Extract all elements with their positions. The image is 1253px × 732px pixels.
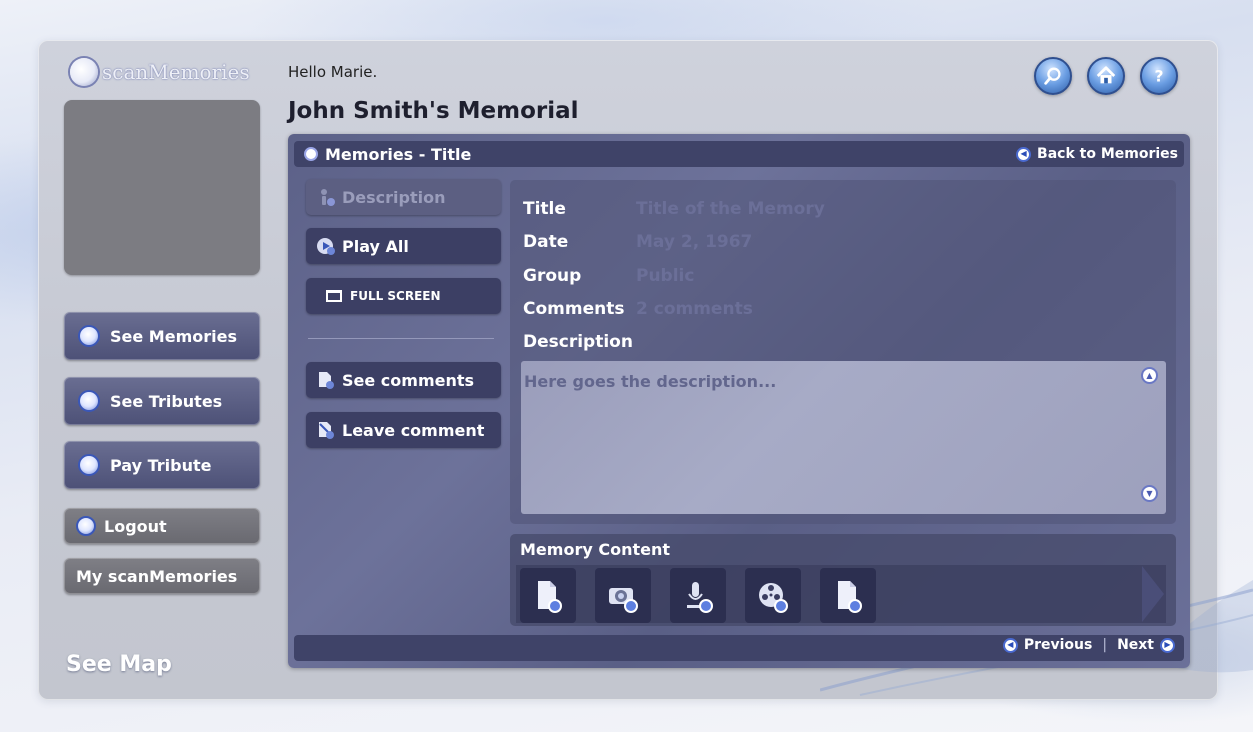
date-row: Date May 2, 1967 — [523, 232, 752, 252]
my-scanmemories-button[interactable]: My scanMemories — [64, 558, 260, 594]
document-icon — [538, 580, 562, 613]
title-row: Title Title of the Memory — [523, 199, 825, 219]
date-label: Date — [523, 232, 569, 252]
fullscreen-icon — [326, 290, 342, 302]
camera-icon — [609, 587, 638, 613]
memory-item-audio[interactable] — [670, 568, 726, 623]
description-button[interactable]: Description — [306, 179, 501, 215]
group-label: Group — [523, 266, 582, 286]
microphone-icon — [687, 581, 713, 613]
memory-item-photo[interactable] — [595, 568, 651, 623]
see-comments-label: See comments — [342, 370, 475, 390]
panel-title: Memories - Title — [325, 144, 472, 164]
comments-label: Comments — [523, 299, 625, 319]
memory-item-video[interactable] — [745, 568, 801, 623]
title-label: Title — [523, 199, 566, 219]
next-arrow-icon[interactable]: ▶ — [1160, 637, 1175, 653]
description-row: Description — [523, 332, 636, 352]
date-value: May 2, 1967 — [636, 232, 753, 252]
help-icon: ? — [1154, 68, 1163, 86]
see-tributes-label: See Tributes — [110, 391, 223, 411]
play-icon — [317, 238, 335, 255]
logo[interactable]: scanMemories — [70, 58, 250, 86]
see-memories-label: See Memories — [110, 326, 237, 346]
description-heading: Description — [523, 332, 633, 352]
pager: ◀ Previous | Next ▶ — [1002, 637, 1175, 653]
logout-button[interactable]: Logout — [64, 508, 260, 544]
pen-icon — [319, 422, 334, 439]
home-icon — [1096, 66, 1116, 84]
search-icon — [1044, 67, 1061, 85]
top-icon-bar: ? — [1034, 57, 1178, 95]
see-tributes-button[interactable]: See Tributes — [64, 377, 260, 425]
description-text: Here goes the description... — [524, 372, 777, 391]
see-comments-button[interactable]: See comments — [306, 362, 501, 398]
previous-arrow-icon[interactable]: ◀ — [1002, 637, 1018, 653]
leave-comment-label: Leave comment — [342, 420, 485, 440]
scroll-up-icon[interactable]: ▲ — [1141, 367, 1158, 384]
panel-header: Memories - Title ◀ Back to Memories — [294, 141, 1184, 167]
tributes-icon — [78, 390, 100, 412]
memory-item-document-2[interactable] — [820, 568, 876, 623]
group-value: Public — [636, 266, 695, 286]
back-to-memories-label: Back to Memories — [1037, 146, 1178, 162]
play-all-label: Play All — [342, 236, 409, 256]
scroll-down-icon[interactable]: ▼ — [1141, 485, 1158, 502]
full-screen-button[interactable]: FULL SCREEN — [306, 278, 501, 314]
pay-tribute-label: Pay Tribute — [110, 455, 212, 475]
memory-content-title: Memory Content — [520, 540, 670, 559]
pay-tribute-icon — [78, 454, 100, 476]
lock-icon — [76, 516, 96, 536]
comments-row: Comments 2 comments — [523, 299, 753, 319]
document-icon — [838, 580, 862, 613]
next-link[interactable]: Next — [1117, 637, 1154, 653]
greeting: Hello Marie. — [288, 63, 378, 81]
previous-link[interactable]: Previous — [1024, 637, 1093, 653]
group-row: Group Public — [523, 266, 694, 286]
play-all-button[interactable]: Play All — [306, 228, 501, 264]
bullet-icon — [304, 147, 318, 161]
memorial-photo — [64, 100, 260, 275]
pager-divider: | — [1102, 637, 1108, 653]
info-icon — [321, 189, 335, 206]
see-memories-button[interactable]: See Memories — [64, 312, 260, 360]
film-reel-icon — [759, 582, 788, 613]
back-to-memories-link[interactable]: ◀ Back to Memories — [1016, 146, 1178, 162]
logout-label: Logout — [104, 516, 167, 536]
page-title: John Smith's Memorial — [288, 98, 579, 124]
comments-value[interactable]: 2 comments — [636, 299, 753, 319]
scroll-right-arrow-icon[interactable] — [1142, 566, 1164, 622]
title-value: Title of the Memory — [636, 199, 825, 219]
my-scanmemories-label: My scanMemories — [76, 566, 238, 586]
arrow-left-icon: ◀ — [1016, 146, 1032, 162]
memory-item-document[interactable] — [520, 568, 576, 623]
see-map-link[interactable]: See Map — [66, 652, 172, 677]
search-button[interactable] — [1034, 57, 1072, 95]
leave-comment-button[interactable]: Leave comment — [306, 412, 501, 448]
pay-tribute-button[interactable]: Pay Tribute — [64, 441, 260, 489]
memories-icon — [78, 325, 100, 347]
logo-circle-icon — [70, 58, 98, 86]
comment-icon — [319, 372, 334, 389]
svg-text:?: ? — [1154, 68, 1163, 86]
help-button[interactable]: ? — [1140, 57, 1178, 95]
divider — [308, 338, 494, 339]
description-label: Description — [342, 187, 446, 207]
home-button[interactable] — [1087, 57, 1125, 95]
logo-text: scanMemories — [102, 60, 250, 84]
full-screen-label: FULL SCREEN — [350, 289, 441, 303]
